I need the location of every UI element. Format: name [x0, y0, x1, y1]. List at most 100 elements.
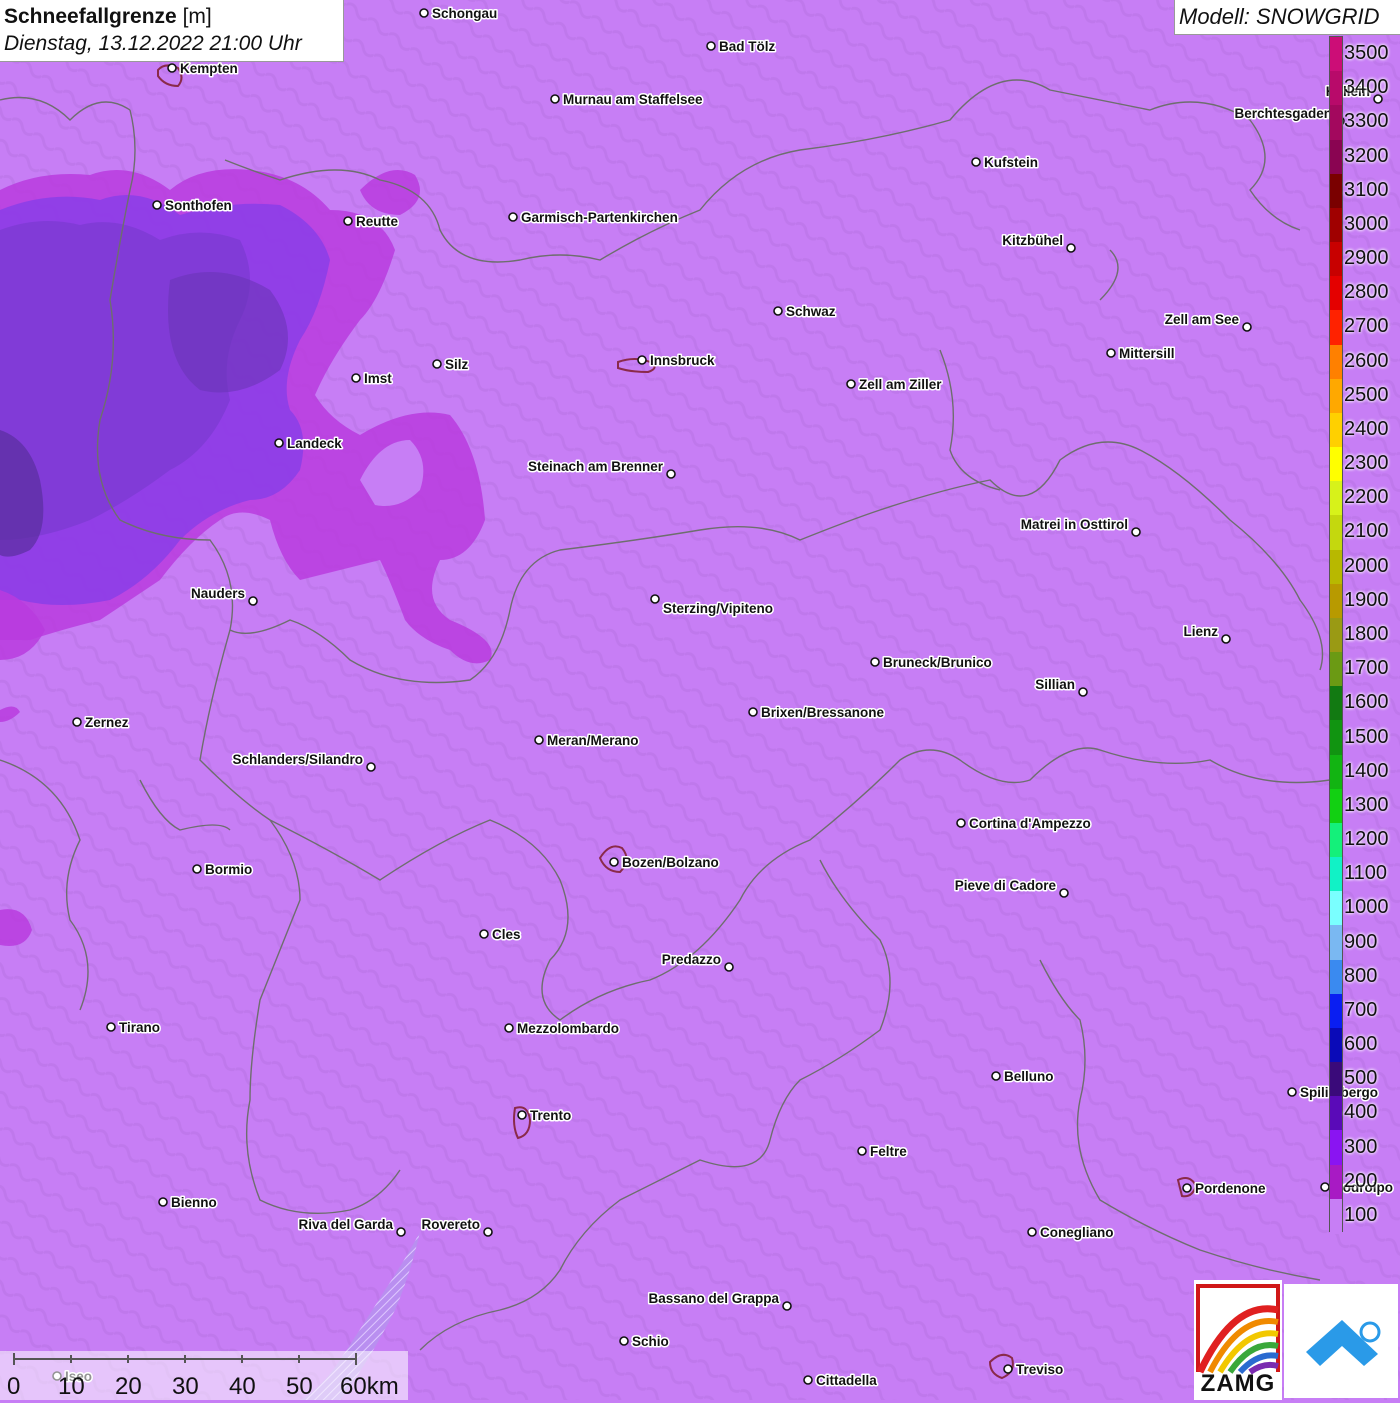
- city-dot: [274, 438, 284, 448]
- city-dot: [1242, 322, 1252, 332]
- city-label: Sillian: [1035, 677, 1075, 692]
- legend-label: 200: [1344, 1169, 1378, 1192]
- city-dot: [1106, 348, 1116, 358]
- legend-swatch: [1330, 276, 1342, 312]
- city-marker[interactable]: Conegliano: [1027, 1224, 1115, 1242]
- legend-swatch: [1330, 925, 1342, 961]
- city-dot: [1027, 1227, 1037, 1237]
- city-dot: [72, 717, 82, 727]
- city-dot: [396, 1227, 406, 1237]
- legend-label: 2200: [1344, 486, 1389, 509]
- city-dot: [609, 857, 619, 867]
- legend-label: 600: [1344, 1033, 1378, 1056]
- city-dot: [650, 594, 660, 604]
- legend-label: 1200: [1344, 828, 1389, 851]
- legend-label: 2400: [1344, 417, 1389, 440]
- city-marker[interactable]: Pordenone: [1182, 1180, 1267, 1198]
- city-label: Belluno: [1004, 1069, 1054, 1084]
- city-dot: [479, 929, 489, 939]
- city-dot: [508, 212, 518, 222]
- legend-label: 2600: [1344, 349, 1389, 372]
- city-marker[interactable]: Bruneck/Brunico: [870, 654, 993, 672]
- city-dot: [504, 1023, 514, 1033]
- city-dot: [1066, 243, 1076, 253]
- legend-swatch: [1330, 447, 1342, 483]
- city-label: Imst: [364, 371, 392, 386]
- legend-label: 3500: [1344, 42, 1389, 65]
- city-dot: [870, 657, 880, 667]
- city-label: Sonthofen: [165, 198, 232, 213]
- city-dot: [366, 762, 376, 772]
- city-marker[interactable]: Schongau: [419, 5, 499, 23]
- city-label: Cortina d'Ampezzo: [969, 816, 1091, 831]
- legend-swatch: [1330, 71, 1342, 107]
- city-label: Pordenone: [1195, 1181, 1266, 1196]
- city-dot: [1221, 634, 1231, 644]
- legend-label: 3100: [1344, 178, 1389, 201]
- legend-swatch: [1330, 173, 1342, 209]
- city-label: Steinach am Brenner: [528, 459, 664, 474]
- city-marker[interactable]: Garmisch-Partenkirchen: [508, 209, 679, 227]
- city-label: Innsbruck: [650, 353, 715, 368]
- legend-label: 3300: [1344, 110, 1389, 133]
- city-marker[interactable]: Brixen/Bressanone: [748, 704, 886, 722]
- zamg-logo-text: ZAMG: [1200, 1370, 1276, 1397]
- city-label: Meran/Merano: [547, 733, 639, 748]
- city-marker[interactable]: Cortina d'Ampezzo: [956, 815, 1092, 833]
- city-dot: [167, 63, 177, 73]
- city-label: Nauders: [191, 586, 245, 601]
- city-dot: [706, 41, 716, 51]
- legend-label: 900: [1344, 930, 1378, 953]
- legend-label: 1600: [1344, 691, 1389, 714]
- legend-label: 1000: [1344, 896, 1389, 919]
- city-dot: [192, 864, 202, 874]
- city-marker[interactable]: Sonthofen: [152, 197, 233, 215]
- map-canvas[interactable]: Schongau Bad Tölz Kempten Murnau am Staffel…: [0, 0, 1400, 1400]
- legend-swatch: [1330, 515, 1342, 551]
- zamg-rainbow-icon: [1196, 1284, 1280, 1375]
- city-dot: [1320, 1182, 1330, 1192]
- city-dot: [351, 373, 361, 383]
- city-dot: [248, 596, 258, 606]
- legend-swatch: [1330, 583, 1342, 619]
- scale-tick-10: 10: [58, 1373, 85, 1400]
- city-dot: [773, 306, 783, 316]
- scale-tick-50: 50: [286, 1373, 313, 1400]
- city-label: Bad Tölz: [719, 39, 775, 54]
- legend-swatch: [1330, 378, 1342, 414]
- city-marker[interactable]: Murnau am Staffelsee: [550, 91, 705, 109]
- zamg-logo[interactable]: ZAMG: [1194, 1280, 1282, 1400]
- scale-tick-60km: 60km: [340, 1373, 399, 1400]
- city-dot: [1003, 1364, 1013, 1374]
- legend-swatch: [1330, 993, 1342, 1029]
- city-dot: [1059, 888, 1069, 898]
- legend-label: 1700: [1344, 657, 1389, 680]
- city-dot: [106, 1022, 116, 1032]
- city-dot: [619, 1336, 629, 1346]
- legend-label: 3400: [1344, 76, 1389, 99]
- snowgrid-logo[interactable]: [1284, 1284, 1398, 1398]
- legend-label: 1100: [1344, 862, 1388, 885]
- legend-label: 2800: [1344, 281, 1389, 304]
- city-dot: [152, 200, 162, 210]
- legend-label: 800: [1344, 964, 1378, 987]
- legend-label: 100: [1344, 1203, 1378, 1226]
- title-box: Schneefallgrenze [m] Dienstag, 13.12.202…: [0, 0, 344, 62]
- city-marker[interactable]: Bozen/Bolzano: [609, 854, 720, 872]
- city-marker[interactable]: Mezzolombardo: [504, 1020, 621, 1038]
- city-label: Cles: [492, 927, 521, 942]
- city-marker[interactable]: Zell am Ziller: [846, 376, 944, 394]
- city-dot: [782, 1301, 792, 1311]
- city-label: Schongau: [432, 6, 497, 21]
- legend-swatch: [1330, 1164, 1342, 1200]
- city-dot: [803, 1375, 813, 1385]
- city-dot: [1131, 527, 1141, 537]
- legend-label: 2700: [1344, 315, 1389, 338]
- city-marker[interactable]: Meran/Merano: [534, 732, 640, 750]
- title-variable: Schneefallgrenze: [4, 5, 177, 28]
- city-label: Garmisch-Partenkirchen: [521, 210, 678, 225]
- city-marker[interactable]: Innsbruck: [637, 352, 717, 370]
- city-dot: [748, 707, 758, 717]
- city-label: Silz: [445, 357, 469, 372]
- city-label: Schlanders/Silandro: [232, 752, 363, 767]
